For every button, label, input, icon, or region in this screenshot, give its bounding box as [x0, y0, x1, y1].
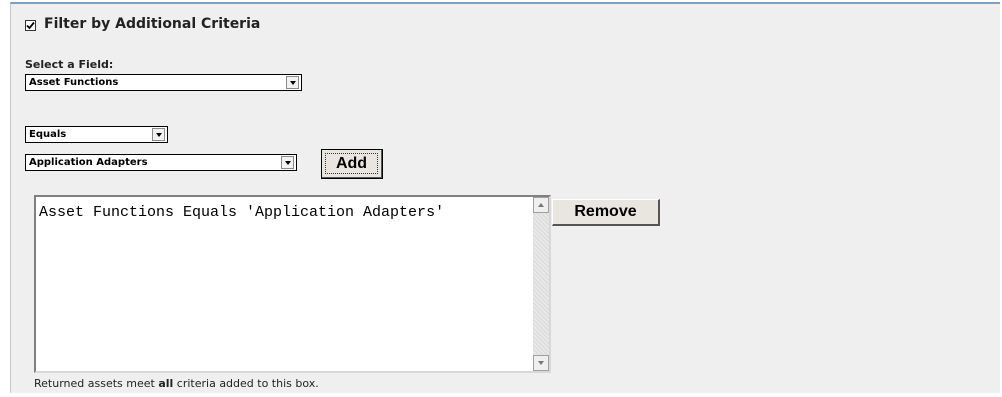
footnote-prefix: Returned assets meet [34, 377, 159, 390]
criteria-value-select[interactable]: Application Adapters [25, 154, 297, 171]
scroll-up-arrow-icon[interactable] [533, 197, 549, 213]
operator-select[interactable]: Equals [25, 126, 168, 143]
chevron-down-icon[interactable] [281, 156, 294, 169]
criteria-footnote: Returned assets meet all criteria added … [34, 377, 319, 390]
operator-select-value: Equals [29, 129, 67, 140]
filter-checkbox[interactable] [25, 20, 36, 31]
field-select[interactable]: Asset Functions [25, 74, 302, 91]
filter-title: Filter by Additional Criteria [44, 16, 261, 32]
footnote-suffix: criteria added to this box. [173, 377, 319, 390]
field-select-value: Asset Functions [29, 77, 119, 88]
chevron-down-icon[interactable] [152, 128, 165, 141]
remove-button[interactable]: Remove [552, 199, 660, 226]
criteria-list-item[interactable]: Asset Functions Equals 'Application Adap… [39, 204, 444, 221]
criteria-value-select-value: Application Adapters [29, 157, 148, 168]
field-label: Select a Field: [25, 58, 114, 71]
criteria-listbox[interactable]: Asset Functions Equals 'Application Adap… [34, 195, 551, 373]
checkmark-icon [26, 21, 35, 30]
chevron-down-icon[interactable] [286, 76, 299, 89]
add-button[interactable]: Add [321, 149, 383, 179]
additional-criteria-panel: Filter by Additional Criteria Select a F… [10, 2, 1000, 393]
scroll-down-arrow-icon[interactable] [533, 355, 549, 371]
add-button-label: Add [325, 153, 378, 174]
listbox-scrollbar[interactable] [533, 197, 549, 371]
footnote-emphasis: all [158, 377, 174, 390]
